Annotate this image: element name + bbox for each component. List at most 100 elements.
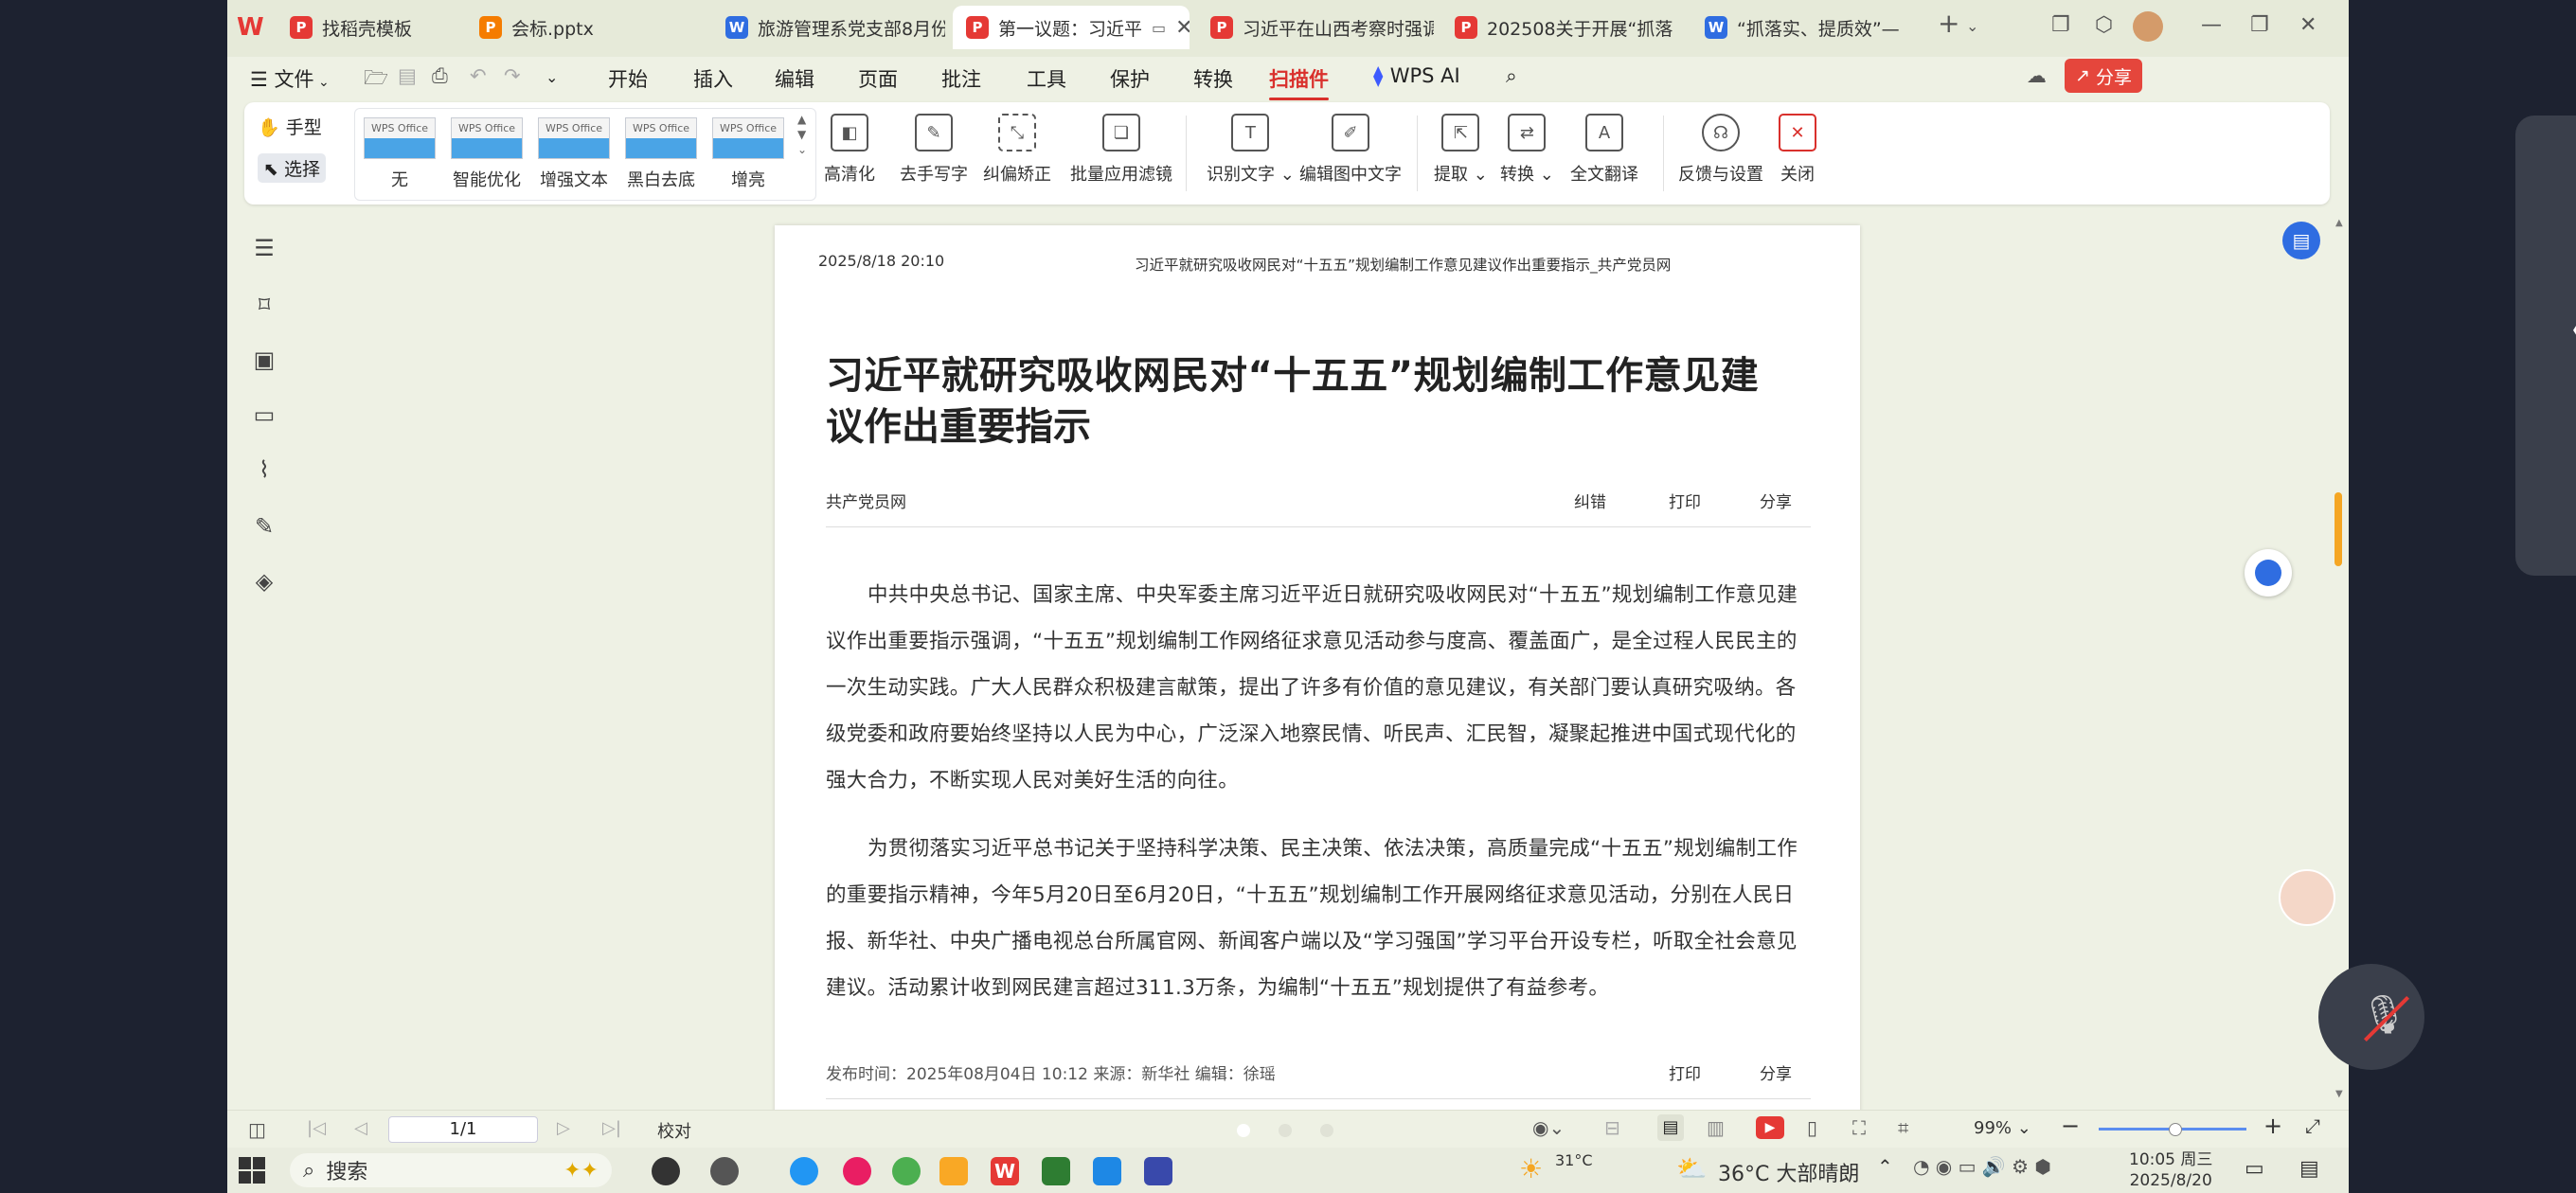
menu-start[interactable]: 开始 <box>608 64 648 93</box>
tab-1[interactable]: P 会标.pptx <box>466 6 703 49</box>
edge-icon[interactable] <box>790 1157 818 1185</box>
tab-2[interactable]: W 旅游管理系党支部8月份 <box>712 6 945 49</box>
save-icon[interactable]: ▤ <box>398 64 417 87</box>
bookmark-icon[interactable]: ⌑ <box>250 292 278 318</box>
side-panel-handle[interactable]: 〈 <box>2515 116 2576 576</box>
zoom-out-icon[interactable]: − <box>2061 1113 2080 1139</box>
next-page-icon[interactable]: ▷ <box>557 1118 570 1138</box>
menu-insert[interactable]: 插入 <box>693 64 733 93</box>
fit-page-icon[interactable]: ⛶ <box>1852 1116 1866 1139</box>
close-tab-icon[interactable]: ✕ <box>1175 16 1190 40</box>
menu-protect[interactable]: 保护 <box>1110 64 1150 93</box>
filter-enhance-text[interactable]: WPS Office 增强文本 <box>538 117 610 191</box>
last-page-icon[interactable]: ▷| <box>602 1118 621 1138</box>
gallery-scroll[interactable]: ▲ ▼ ⌄ <box>797 112 807 157</box>
redo-icon[interactable]: ↷ <box>504 64 521 87</box>
feedback-button[interactable]: ☊ 反馈与设置 <box>1678 114 1763 186</box>
menu-wps-ai[interactable]: ⧫ WPS AI <box>1373 64 1460 87</box>
outline-icon[interactable]: ☰ <box>250 235 278 261</box>
tab-5[interactable]: P 202508关于开展“抓落 <box>1441 6 1684 49</box>
footer-print-link[interactable]: 打印 <box>1669 1060 1701 1084</box>
hand-tool-button[interactable]: ✋ 手型 <box>258 114 322 139</box>
fullscreen-icon[interactable]: ⤢ <box>2305 1114 2320 1137</box>
fit-width-icon[interactable]: ⊟ <box>1604 1116 1620 1139</box>
close-scan-button[interactable]: ✕ 关闭 <box>1779 114 1816 186</box>
first-page-icon[interactable]: |◁ <box>307 1118 326 1138</box>
taskbar-search[interactable]: ⌕ 搜索 ✦✦ <box>290 1153 612 1187</box>
tab-4[interactable]: P 习近平在山西考察时强调 <box>1197 6 1434 49</box>
zoom-slider-thumb[interactable] <box>2169 1123 2182 1136</box>
desktop-icon[interactable]: ▭ <box>2245 1157 2264 1181</box>
correct-link[interactable]: 纠错 <box>1574 489 1606 512</box>
zoom-level[interactable]: 99% ⌄ <box>1974 1118 2031 1138</box>
zoom-in-icon[interactable]: + <box>2263 1113 2282 1139</box>
magnifier-app-icon[interactable] <box>710 1157 739 1185</box>
tray-chevron-icon[interactable]: ⌃ <box>1877 1155 1893 1178</box>
crop-icon[interactable]: ⌗ <box>1898 1116 1908 1139</box>
open-folder-icon[interactable]: 🗁 <box>364 64 388 98</box>
floating-ai-icon[interactable] <box>2245 549 2292 596</box>
file-explorer-icon[interactable] <box>939 1157 968 1185</box>
avatar[interactable] <box>2133 11 2163 42</box>
restore-icon[interactable]: ❐ <box>2250 13 2269 37</box>
thumbnail-icon[interactable]: ▣ <box>250 347 278 373</box>
chevron-down-icon[interactable]: ⌄ <box>546 68 558 86</box>
play-icon[interactable]: ▶ <box>1756 1116 1784 1139</box>
scroll-up-icon[interactable]: ▲ <box>2335 218 2343 228</box>
notifications-icon[interactable]: ▤ <box>2299 1157 2319 1181</box>
signature-icon[interactable]: ✎ <box>250 513 278 540</box>
share-link[interactable]: 分享 <box>1760 489 1792 512</box>
comment-icon[interactable]: ▭ <box>250 401 278 428</box>
filter-bw[interactable]: WPS Office 黑白去底 <box>625 117 697 191</box>
browser-icon[interactable] <box>843 1157 871 1185</box>
menu-page[interactable]: 页面 <box>858 64 898 93</box>
browser-green-icon[interactable] <box>892 1157 921 1185</box>
prev-page-icon[interactable]: ◁ <box>354 1118 367 1138</box>
meeting-app-icon[interactable] <box>1144 1157 1172 1185</box>
select-tool-button[interactable]: ⬉ 选择 <box>258 153 326 183</box>
page-dot-3[interactable] <box>1320 1124 1333 1137</box>
app-pinwheel-icon[interactable] <box>652 1157 680 1185</box>
menu-edit[interactable]: 编辑 <box>775 64 814 93</box>
filter-none[interactable]: WPS Office 无 <box>364 117 436 191</box>
filter-brighten[interactable]: WPS Office 增亮 <box>712 117 784 191</box>
clock[interactable]: 10:05 周三 2025/8/20 <box>2129 1149 2212 1191</box>
layers-icon[interactable]: ◈ <box>250 568 278 595</box>
new-tab-icon[interactable]: + <box>1938 8 1959 39</box>
menu-comment[interactable]: 批注 <box>941 64 981 93</box>
menu-convert[interactable]: 转换 <box>1193 64 1233 93</box>
assistant-avatar[interactable] <box>2279 869 2335 926</box>
toggle-sidebar-icon[interactable]: ◫ <box>248 1118 266 1141</box>
close-window-icon[interactable]: ✕ <box>2299 13 2317 37</box>
scroll-thumb[interactable] <box>2334 492 2342 566</box>
file-menu[interactable]: ☰ 文件 ⌄ <box>250 64 330 93</box>
convert-button[interactable]: ⇄ 转换 ⌄ <box>1500 114 1554 186</box>
search-icon[interactable]: ⌕ <box>1506 64 1517 88</box>
weather-text[interactable]: 36°C 大部晴朗 <box>1718 1157 1859 1187</box>
tab-3-active[interactable]: P 第一议题：习近平 ▭ ✕ <box>953 6 1190 49</box>
batch-filter-button[interactable]: ❏ 批量应用滤镜 <box>1070 114 1172 186</box>
book-view-icon[interactable]: ▯ <box>1807 1116 1817 1139</box>
attachment-icon[interactable]: ⌇ <box>250 456 278 483</box>
share-button[interactable]: ↗ 分享 <box>2065 59 2142 93</box>
page-dot-1[interactable] <box>1237 1124 1250 1137</box>
mic-button[interactable]: 🎙 <box>2318 964 2424 1070</box>
print-link[interactable]: 打印 <box>1669 489 1701 512</box>
tab-6[interactable]: W “抓落实、提质效”— <box>1691 6 1928 49</box>
app-blue-icon[interactable] <box>1093 1157 1121 1185</box>
wps-logo-icon[interactable]: W <box>237 13 265 42</box>
filter-smart[interactable]: WPS Office 智能优化 <box>451 117 523 191</box>
menu-scan[interactable]: 扫描件 <box>1269 64 1329 100</box>
scroll-down-icon[interactable]: ▼ <box>2335 1089 2343 1099</box>
wps-taskbar-icon[interactable]: W <box>991 1157 1019 1185</box>
windows-start-icon[interactable] <box>239 1157 265 1184</box>
remove-handwriting-button[interactable]: ✎ 去手写字 <box>900 114 968 186</box>
zoom-slider[interactable] <box>2099 1123 2246 1136</box>
single-page-icon[interactable]: ▤ <box>1657 1114 1684 1141</box>
wechat-icon[interactable] <box>1042 1157 1070 1185</box>
hd-button[interactable]: ◧ 高清化 <box>824 114 875 186</box>
tray-icons[interactable]: ◔ ◉ ▭ 🔊 ⚙ ⬢ <box>1913 1155 2051 1178</box>
print-icon[interactable]: ⎙ <box>432 64 448 88</box>
ocr-button[interactable]: T 识别文字 ⌄ <box>1207 114 1295 186</box>
scan-assistant-icon[interactable]: ▤ <box>2282 222 2320 259</box>
